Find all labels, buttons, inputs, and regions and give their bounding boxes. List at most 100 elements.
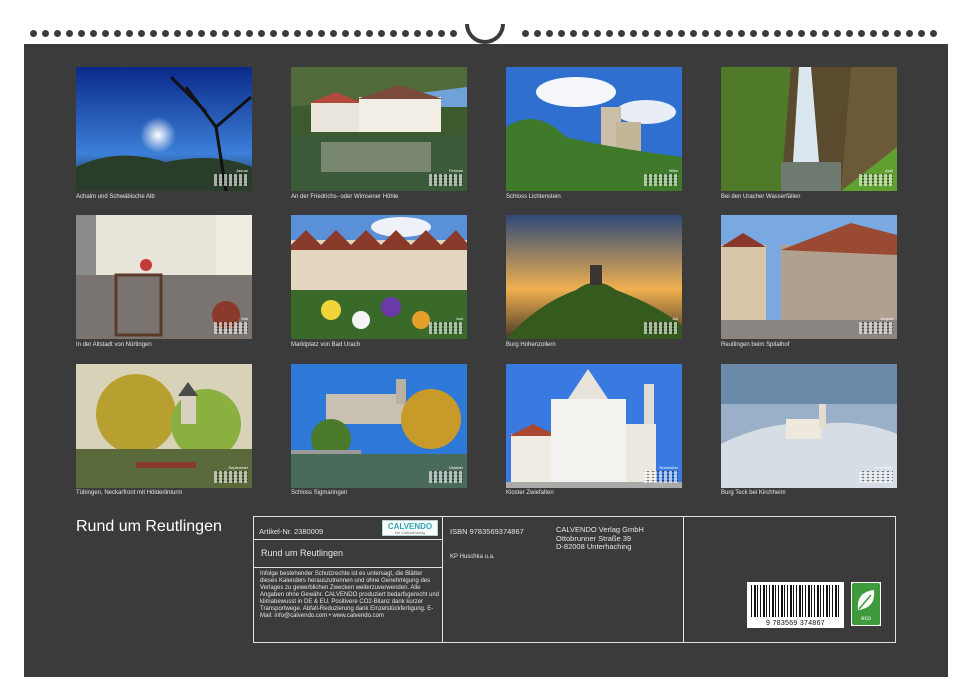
photo-caption: Schloss Sigmaringen (291, 490, 348, 496)
binding-hole (750, 30, 757, 37)
photo-hohenzollern: Juli (506, 215, 682, 339)
binding-hole (162, 30, 169, 37)
barcode-number: 9 783569 374867 (766, 620, 825, 627)
binding-hole (294, 30, 301, 37)
photo-caption: Reutlingen beim Spitalhof (721, 342, 790, 348)
photo-uracher-wasserfall: April (721, 67, 897, 191)
binding-hole (450, 30, 457, 37)
leaf-icon (857, 590, 875, 610)
binding-hole (534, 30, 541, 37)
photo-zwiefalten: November (506, 364, 682, 488)
photo-lichtenstein: März (506, 67, 682, 191)
binding-hole (846, 30, 853, 37)
binding-hole (558, 30, 565, 37)
binding-hole (654, 30, 661, 37)
binding-hole (318, 30, 325, 37)
binding-hole (786, 30, 793, 37)
eco-label: eco (861, 616, 871, 622)
binding-hole (306, 30, 313, 37)
binding-hole (906, 30, 913, 37)
binding-hole (270, 30, 277, 37)
calvendo-logo: CALVENDO Der Kalenderverlag (382, 520, 438, 536)
legal-text: Infolge bestehender Schutzrechte ist es … (260, 571, 439, 619)
month-label: November (659, 465, 678, 470)
binding-hole (690, 30, 697, 37)
binding-hole (762, 30, 769, 37)
logo-main: CALVENDO (387, 522, 433, 531)
binding-hole (114, 30, 121, 37)
binding-hole (546, 30, 553, 37)
photo-caption: Tübingen, Neckarfront mit Hölderlinturm (76, 490, 183, 496)
binding-hole (66, 30, 73, 37)
publisher-line: D-82008 Unterhaching (556, 542, 632, 551)
binding-hole (618, 30, 625, 37)
binding-hole (438, 30, 445, 37)
author: KP Huschka u.a. (450, 554, 495, 560)
photo-nuertingen: Mai (76, 215, 252, 339)
photo-achalm: Januar (76, 67, 252, 191)
binding-hole (150, 30, 157, 37)
binding-hole (738, 30, 745, 37)
photo-sigmaringen: Oktober (291, 364, 467, 488)
binding-hole (882, 30, 889, 37)
binding-hole (246, 30, 253, 37)
binding-hole (834, 30, 841, 37)
binding-hole (342, 30, 349, 37)
binding-hole (630, 30, 637, 37)
month-label: August (880, 316, 893, 321)
binding-hole (522, 30, 529, 37)
month-label: Juni (455, 316, 463, 321)
photo-caption: An der Friedrichs- oder Wimsener Höhle (291, 194, 399, 200)
photo-caption: Bei den Uracher Wasserfällen (721, 194, 801, 200)
binding-hole (606, 30, 613, 37)
binding-hole (666, 30, 673, 37)
photo-tuebingen: September (76, 364, 252, 488)
info-panel: Artikel-Nr. 2380009 CALVENDO Der Kalende… (253, 516, 896, 643)
photo-caption: Schloss Lichtenstein (506, 194, 561, 200)
logo-sub: Der Kalenderverlag (394, 531, 426, 535)
binding-hole (138, 30, 145, 37)
binding-hole (414, 30, 421, 37)
binding-hole (354, 30, 361, 37)
photo-caption: Achalm und Schwäbische Alb (76, 194, 155, 200)
month-label: September (228, 465, 248, 470)
month-label: Juli (671, 316, 678, 321)
month-label: Oktober (448, 465, 463, 470)
subtitle: Rund um Reutlingen (261, 548, 344, 558)
month-label: Mai (241, 316, 248, 321)
month-label: März (669, 168, 678, 173)
binding-hole (870, 30, 877, 37)
photo-bad-urach-marktplatz: Juni (291, 215, 467, 339)
month-label: Februar (448, 168, 463, 173)
binding-hole (102, 30, 109, 37)
binding-hole (30, 30, 37, 37)
barcode-bars (751, 585, 840, 617)
binding-hole (594, 30, 601, 37)
photo-caption: Burg Hohenzollern (506, 342, 556, 348)
photo-caption: In der Altstadt von Nürtingen (76, 342, 152, 348)
binding-hole (258, 30, 265, 37)
binding-hole (54, 30, 61, 37)
binding-hole (702, 30, 709, 37)
binding-hole (918, 30, 925, 37)
article-number: Artikel-Nr. 2380009 (259, 527, 324, 536)
binding-hole (210, 30, 217, 37)
month-label: April (884, 168, 893, 173)
binding-hole (282, 30, 289, 37)
binding-hole (390, 30, 397, 37)
binding-hole (186, 30, 193, 37)
binding-hole (930, 30, 937, 37)
photo-caption: Kloster Zwiefalten (506, 490, 554, 496)
binding-hole (366, 30, 373, 37)
binding-hole (726, 30, 733, 37)
binding-hole (570, 30, 577, 37)
calendar-title: Rund um Reutlingen (76, 518, 222, 535)
binding-hole (894, 30, 901, 37)
eco-badge: eco (851, 582, 881, 626)
photo-caption: Marktplatz von Bad Urach (291, 342, 361, 348)
photo-caption: Burg Teck bei Kirchheim (721, 490, 786, 496)
binding-hole (642, 30, 649, 37)
binding-hole (330, 30, 337, 37)
binding-hole (858, 30, 865, 37)
isbn: ISBN 9783569374867 (450, 527, 524, 536)
